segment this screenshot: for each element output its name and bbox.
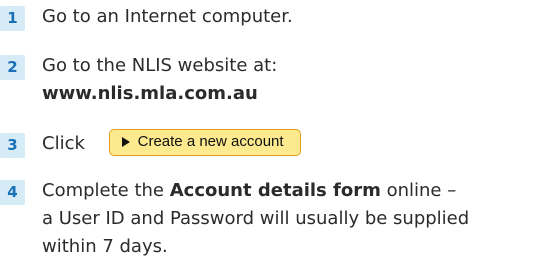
- step-2-instruction: Go to the NLIS website at:: [42, 55, 278, 76]
- step-3-click-label: Click: [42, 133, 85, 154]
- create-new-account-button[interactable]: Create a new account: [108, 128, 301, 156]
- step-3-text: Click Create a new account: [42, 128, 552, 158]
- step-number-badge: 3: [0, 133, 25, 158]
- create-new-account-label: Create a new account: [137, 133, 284, 150]
- step-4-suffix: online –: [380, 180, 457, 201]
- step-number-badge: 1: [0, 6, 25, 31]
- play-arrow-icon: [121, 137, 130, 147]
- step-4-line-1: Complete the Account details form online…: [42, 177, 552, 205]
- step-number-badge: 4: [0, 180, 25, 205]
- step-number-badge: 2: [0, 55, 25, 80]
- step-1-instruction: Go to an Internet computer.: [42, 6, 293, 27]
- step-4-text: Complete the Account details form online…: [42, 177, 552, 261]
- step-4-prefix: Complete the: [42, 180, 170, 201]
- nlis-website-url: www.nlis.mla.com.au: [42, 83, 258, 104]
- account-details-form-label: Account details form: [169, 180, 381, 201]
- step-4-line-2: a User ID and Password will usually be s…: [42, 208, 470, 229]
- step-4-line-3: within 7 days.: [42, 236, 168, 257]
- step-1-text: Go to an Internet computer.: [42, 3, 552, 31]
- step-2-text: Go to the NLIS website at: www.nlis.mla.…: [42, 52, 552, 108]
